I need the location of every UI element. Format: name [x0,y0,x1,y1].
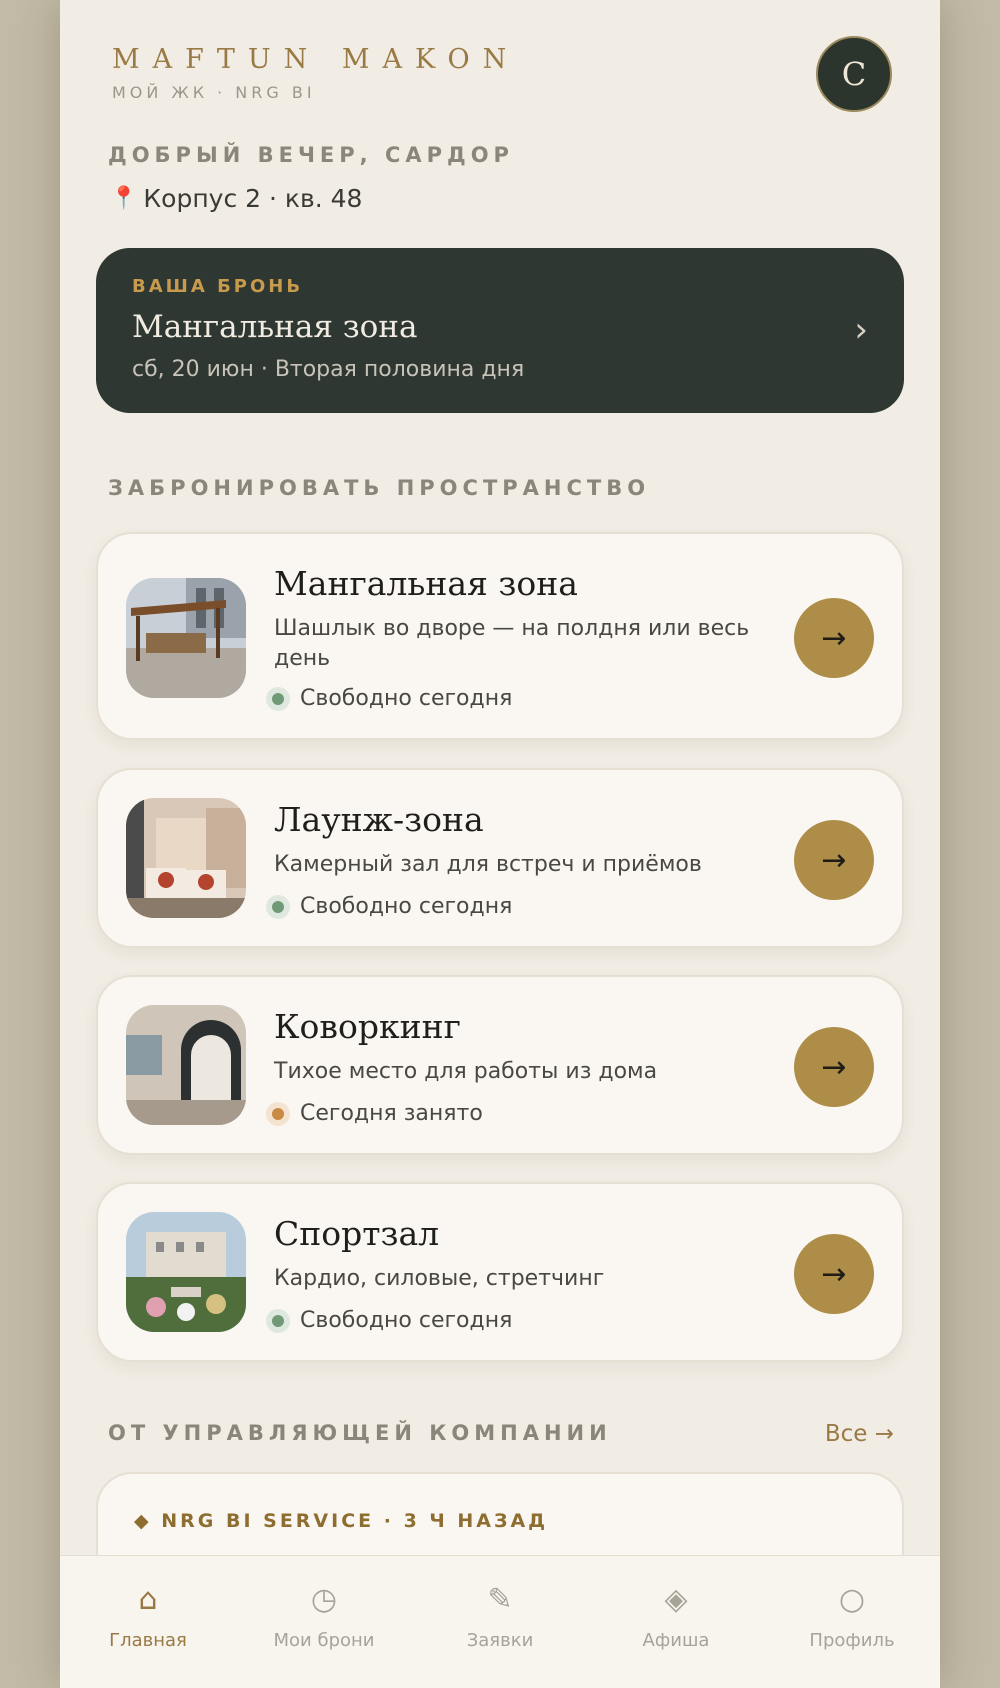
open-space-button[interactable]: → [794,598,874,678]
space-title: Спортзал [274,1214,440,1253]
open-space-button[interactable]: → [794,1234,874,1314]
tab-label: Профиль [809,1630,895,1651]
tab-profile[interactable]: ○ Профиль [764,1556,940,1688]
booking-meta: сб, 20 июн · Вторая половина дня [132,357,525,382]
space-thumbnail [126,798,246,918]
tab-home[interactable]: ⌂ Главная [60,1556,236,1688]
arrow-right-icon: → [821,620,847,656]
home-icon: ⌂ [138,1582,158,1617]
space-thumbnail [126,578,246,698]
news-all-link[interactable]: Все → [825,1421,894,1447]
news-section-title: ОТ УПРАВЛЯЮЩЕЙ КОМПАНИИ [108,1421,612,1445]
greeting: ДОБРЫЙ ВЕЧЕР, САРДОР [108,143,514,167]
brand-title: MAFTUN MAKON [112,44,520,75]
status-text: Свободно сегодня [300,1308,513,1333]
space-description: Тихое место для работы из дома [274,1059,658,1084]
tab-events[interactable]: ◈ Афиша [588,1556,764,1688]
tab-label: Заявки [466,1630,534,1651]
space-description: Кардио, силовые, стретчинг [274,1266,605,1291]
status-text: Свободно сегодня [300,686,513,711]
location-text: Корпус 2 · кв. 48 [143,184,363,213]
booking-banner[interactable]: ВАША БРОНЬ Мангальная зона сб, 20 июн · … [96,248,904,413]
space-card-lounge[interactable]: Лаунж-зона Камерный зал для встреч и при… [96,768,904,948]
news-meta: ◆ NRG BI SERVICE · 3 Ч НАЗАД [134,1510,549,1532]
app-screen: MAFTUN MAKON МОЙ ЖК · NRG BI С ДОБРЫЙ ВЕ… [60,0,940,1688]
space-title: Лаунж-зона [274,800,484,839]
location: 📍 Корпус 2 · кв. 48 [110,184,362,213]
space-card-gym[interactable]: Спортзал Кардио, силовые, стретчинг Своб… [96,1182,904,1362]
status-text: Сегодня занято [300,1101,483,1126]
status-dot-icon [266,686,290,711]
booking-label: ВАША БРОНЬ [132,276,304,297]
space-description: Камерный зал для встреч и приёмов [274,852,702,877]
space-title: Коворкинг [274,1007,461,1046]
chevron-right-icon: › [854,310,868,350]
diamond-icon: ◈ [664,1582,688,1617]
space-status: Сегодня занято [266,1101,483,1126]
brand-subtitle: МОЙ ЖК · NRG BI [112,83,316,102]
status-dot-icon [266,1101,290,1126]
bottom-tab-bar: ⌂ Главная ◷ Мои брони ✎ Заявки ◈ Афиша ○… [60,1555,940,1688]
tab-my-bookings[interactable]: ◷ Мои брони [236,1556,412,1688]
space-status: Свободно сегодня [266,686,512,711]
space-title: Мангальная зона [274,564,578,603]
space-status: Свободно сегодня [266,1308,512,1333]
status-text: Свободно сегодня [300,894,513,919]
arrow-right-icon: → [821,842,847,878]
tab-label: Мои брони [273,1630,375,1651]
circle-icon: ○ [838,1582,866,1617]
open-space-button[interactable]: → [794,1027,874,1107]
pin-icon: 📍 [110,186,138,211]
arrow-right-icon: → [821,1049,847,1085]
space-description: Шашлык во дворе — на полдня или весь ден… [274,616,750,671]
tab-label: Афиша [642,1630,710,1651]
space-card-bbq[interactable]: Мангальная зона Шашлык во дворе — на пол… [96,532,904,740]
brand-block: MAFTUN MAKON МОЙ ЖК · NRG BI [112,44,519,102]
space-status: Свободно сегодня [266,894,512,919]
status-dot-icon [266,894,290,919]
pencil-icon: ✎ [487,1582,513,1617]
avatar[interactable]: С [816,36,892,112]
tab-requests[interactable]: ✎ Заявки [412,1556,588,1688]
open-space-button[interactable]: → [794,820,874,900]
clock-icon: ◷ [310,1582,338,1617]
tab-label: Главная [109,1630,187,1651]
arrow-right-icon: → [821,1256,847,1292]
space-thumbnail [126,1005,246,1125]
spaces-section-title: ЗАБРОНИРОВАТЬ ПРОСТРАНСТВО [108,476,651,500]
space-card-coworking[interactable]: Коворкинг Тихое место для работы из дома… [96,975,904,1155]
booking-title: Мангальная зона [132,309,418,345]
space-thumbnail [126,1212,246,1332]
status-dot-icon [266,1308,290,1333]
